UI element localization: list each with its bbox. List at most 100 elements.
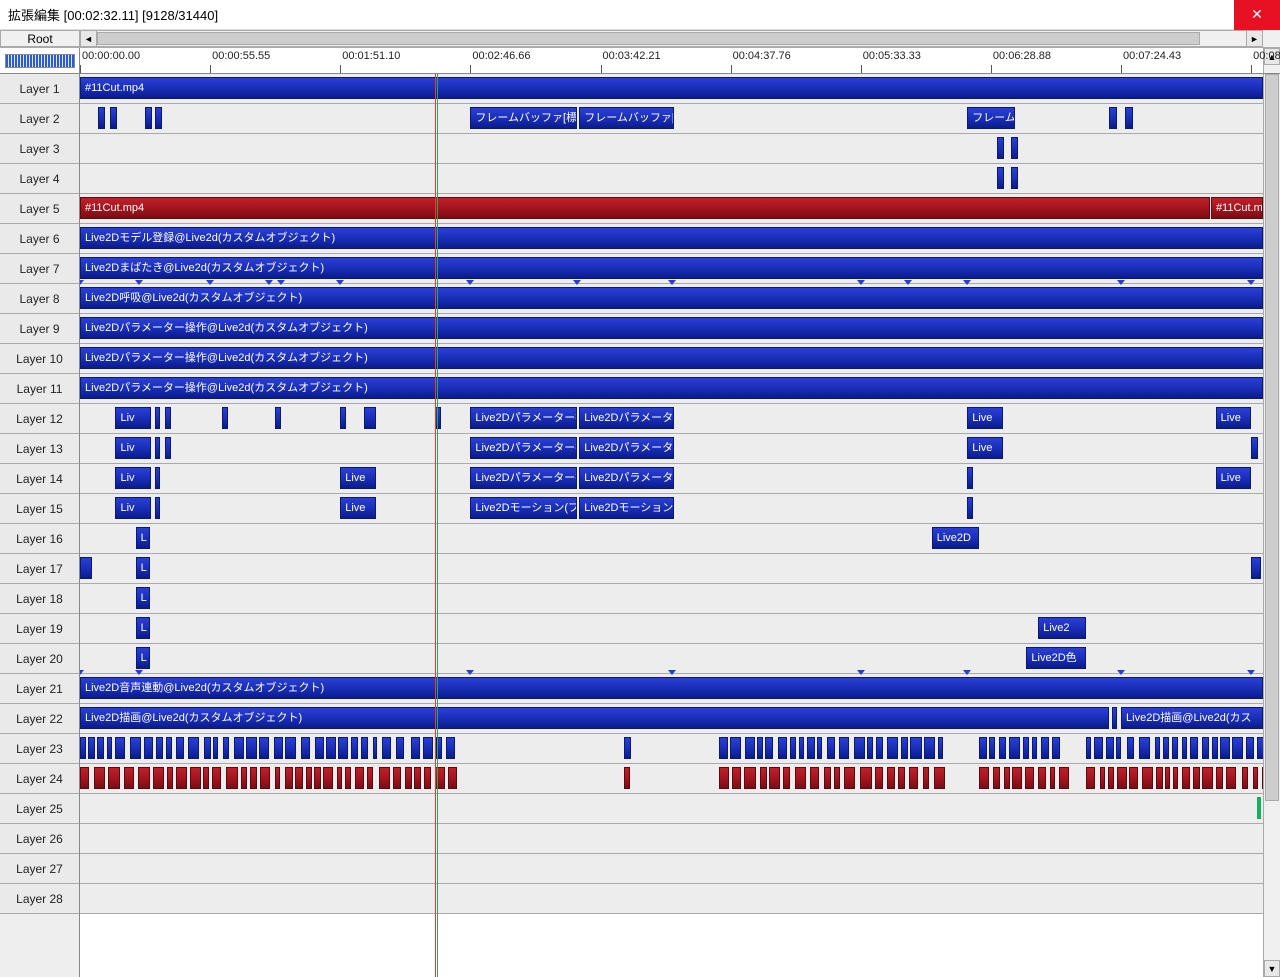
segment-clip[interactable]	[338, 737, 348, 759]
segment-clip[interactable]	[1173, 767, 1178, 789]
layer-label[interactable]: Layer 2	[0, 104, 79, 134]
timeline-track[interactable]: L	[80, 584, 1263, 614]
video-clip[interactable]	[80, 557, 92, 579]
segment-clip[interactable]	[979, 767, 989, 789]
segment-clip[interactable]	[795, 767, 806, 789]
segment-clip[interactable]	[190, 767, 200, 789]
video-clip[interactable]: Live2Dモーション(フ	[470, 497, 576, 519]
keyframe-marker-icon[interactable]	[80, 280, 84, 285]
segment-clip[interactable]	[1156, 767, 1162, 789]
segment-clip[interactable]	[97, 737, 103, 759]
keyframe-marker-icon[interactable]	[963, 670, 971, 675]
video-clip[interactable]	[1011, 137, 1018, 159]
segment-clip[interactable]	[246, 737, 257, 759]
video-clip[interactable]: Live2Dパラメーター操	[470, 467, 576, 489]
video-clip[interactable]: Liv	[115, 437, 150, 459]
segment-clip[interactable]	[844, 767, 855, 789]
layer-label[interactable]: Layer 25	[0, 794, 79, 824]
segment-clip[interactable]	[817, 737, 822, 759]
segment-clip[interactable]	[1086, 767, 1095, 789]
video-clip[interactable]	[145, 107, 152, 129]
keyframe-marker-icon[interactable]	[668, 280, 676, 285]
segment-clip[interactable]	[887, 767, 896, 789]
segment-clip[interactable]	[993, 767, 999, 789]
hscroll-right-arrow[interactable]: ►	[1246, 30, 1263, 47]
video-clip[interactable]	[155, 497, 161, 519]
segment-clip[interactable]	[719, 767, 729, 789]
video-clip[interactable]: Live	[967, 437, 1002, 459]
layer-label[interactable]: Layer 11	[0, 374, 79, 404]
segment-clip[interactable]	[867, 737, 873, 759]
time-ruler[interactable]: 00:00:00.0000:00:55.5500:01:51.1000:02:4…	[80, 48, 1263, 73]
layer-label[interactable]: Layer 5	[0, 194, 79, 224]
video-clip[interactable]	[340, 407, 346, 429]
video-clip[interactable]	[155, 107, 162, 129]
segment-clip[interactable]	[989, 737, 995, 759]
video-clip[interactable]: Live2Dパラメーター操	[470, 437, 576, 459]
segment-clip[interactable]	[124, 767, 134, 789]
segment-clip[interactable]	[115, 737, 124, 759]
segment-clip[interactable]	[367, 767, 373, 789]
segment-clip[interactable]	[423, 737, 433, 759]
segment-clip[interactable]	[314, 767, 320, 789]
video-clip[interactable]	[98, 107, 105, 129]
timeline-track[interactable]: Live2Dモデル登録@Live2d(カスタムオブジェクト)	[80, 224, 1263, 254]
timeline-track[interactable]	[80, 854, 1263, 884]
segment-clip[interactable]	[241, 767, 247, 789]
segment-clip[interactable]	[1038, 767, 1047, 789]
segment-clip[interactable]	[887, 737, 898, 759]
segment-clip[interactable]	[213, 737, 218, 759]
segment-clip[interactable]	[1155, 737, 1160, 759]
layer-label[interactable]: Layer 21	[0, 674, 79, 704]
video-clip[interactable]: Live2Dパラメーター操	[470, 407, 576, 429]
layer-label[interactable]: Layer 4	[0, 164, 79, 194]
keyframe-marker-icon[interactable]	[277, 280, 285, 285]
timeline-track[interactable]: #11Cut.mp4	[80, 74, 1263, 104]
segment-clip[interactable]	[107, 737, 112, 759]
audio-clip[interactable]: #11Cut.mp4	[1211, 197, 1263, 219]
segment-clip[interactable]	[295, 767, 303, 789]
segment-clip[interactable]	[938, 737, 944, 759]
timeline-track[interactable]	[80, 764, 1263, 794]
segment-clip[interactable]	[345, 767, 351, 789]
segment-clip[interactable]	[108, 767, 119, 789]
segment-clip[interactable]	[1212, 737, 1218, 759]
segment-clip[interactable]	[1129, 767, 1138, 789]
segment-clip[interactable]	[1032, 737, 1037, 759]
layer-label[interactable]: Layer 18	[0, 584, 79, 614]
segment-clip[interactable]	[1262, 767, 1263, 789]
segment-clip[interactable]	[824, 767, 831, 789]
segment-clip[interactable]	[446, 737, 454, 759]
video-clip[interactable]: L	[136, 587, 150, 609]
timeline-track[interactable]: フレームバッファ[標準フレームバッファ[標フレーム	[80, 104, 1263, 134]
segment-clip[interactable]	[1193, 767, 1200, 789]
segment-clip[interactable]	[382, 737, 391, 759]
video-clip[interactable]: Liv	[115, 497, 150, 519]
video-clip[interactable]: Live2Dパラメータ	[579, 407, 674, 429]
video-clip[interactable]: Live2Dパラメータ	[579, 437, 674, 459]
segment-clip[interactable]	[259, 737, 269, 759]
video-clip[interactable]	[275, 407, 281, 429]
layer-label[interactable]: Layer 16	[0, 524, 79, 554]
segment-clip[interactable]	[1202, 767, 1213, 789]
segment-clip[interactable]	[783, 767, 790, 789]
video-clip[interactable]	[222, 407, 228, 429]
segment-clip[interactable]	[1100, 767, 1105, 789]
layer-label[interactable]: Layer 14	[0, 464, 79, 494]
video-clip[interactable]: Live	[340, 467, 375, 489]
keyframe-marker-icon[interactable]	[1247, 280, 1255, 285]
segment-clip[interactable]	[924, 737, 935, 759]
segment-clip[interactable]	[799, 737, 804, 759]
video-clip[interactable]: #11Cut.mp4	[80, 77, 1263, 99]
layer-label[interactable]: Layer 1	[0, 74, 79, 104]
segment-clip[interactable]	[790, 737, 796, 759]
segment-clip[interactable]	[757, 737, 763, 759]
segment-clip[interactable]	[203, 767, 209, 789]
video-clip[interactable]: Live2D呼吸@Live2d(カスタムオブジェクト)	[80, 287, 1263, 309]
segment-clip[interactable]	[1041, 737, 1049, 759]
layer-label[interactable]: Layer 9	[0, 314, 79, 344]
segment-clip[interactable]	[176, 767, 187, 789]
segment-clip[interactable]	[901, 737, 908, 759]
playhead[interactable]	[435, 74, 436, 977]
layer-label[interactable]: Layer 26	[0, 824, 79, 854]
